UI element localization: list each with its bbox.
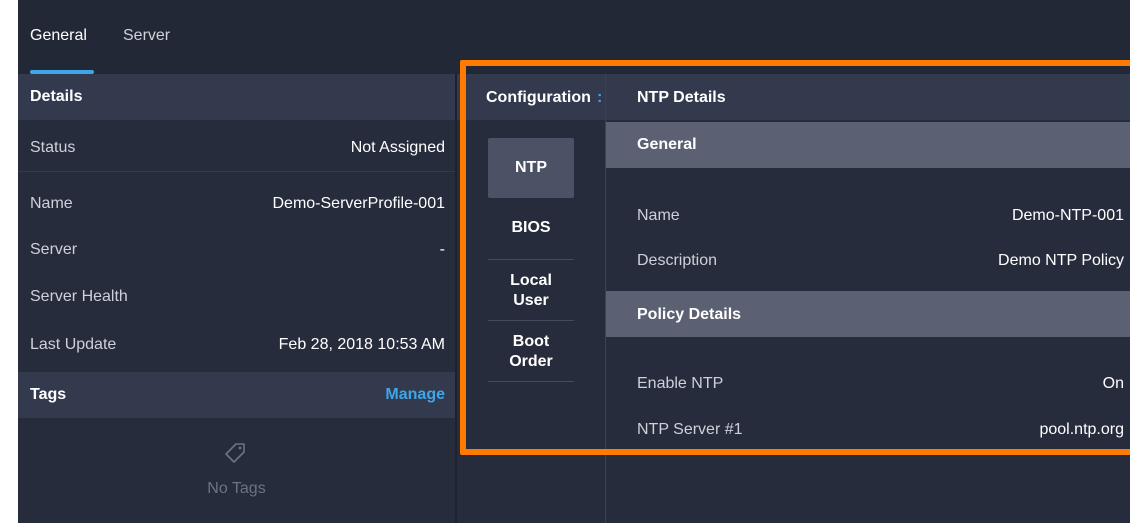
policy-details-title: Policy Details [637,306,742,323]
detail-key: Server Health [30,288,128,305]
details-panel: Details Status Not Assigned Name Demo-Se… [18,74,455,523]
config-item-local-user[interactable]: Local User [501,271,561,311]
general-section-title: General [637,136,697,153]
details-header: Details [18,74,455,120]
configuration-panel: Configuration : NTP Details NTP BIOS Loc… [457,74,1130,523]
ntp-key: NTP Server #1 [637,421,743,438]
detail-key: Server [30,241,78,258]
tags-header: Tags Manage [18,372,455,418]
ntp-details-title: NTP Details [637,89,726,106]
detail-value: Demo-ServerProfile-001 [272,195,445,212]
detail-row-status: Status Not Assigned [18,125,455,172]
config-item-divider [488,381,574,382]
ntp-key: Name [637,207,680,224]
config-item-divider [488,259,574,260]
ntp-value: Demo-NTP-001 [1011,207,1124,224]
tab-general[interactable]: General [30,27,87,45]
detail-value: - [439,241,445,258]
configuration-header: Configuration : NTP Details [457,74,1130,120]
server-profile-app: General Server Details Status Not Assign… [18,0,1130,523]
tags-title: Tags [30,386,67,403]
general-section-header: General [606,122,1130,168]
ntp-value: Demo NTP Policy [998,252,1124,269]
config-item-divider [488,320,574,321]
no-tags-label: No Tags [207,480,266,497]
detail-row-last-update: Last Update Feb 28, 2018 10:53 AM [18,322,455,368]
ntp-row-server: NTP Server #1 pool.ntp.org [606,408,1130,454]
ntp-value: On [1102,375,1124,392]
configuration-title: Configuration [486,89,591,106]
config-item-boot-order[interactable]: Boot Order [501,332,561,372]
detail-value: Not Assigned [350,139,445,156]
policy-details-header: Policy Details [606,291,1130,337]
detail-value: Feb 28, 2018 10:53 AM [278,336,445,353]
detail-row-name: Name Demo-ServerProfile-001 [18,181,455,227]
ntp-row-enable: Enable NTP On [606,362,1130,408]
config-item-bios[interactable]: BIOS [488,218,574,238]
detail-key: Status [30,139,76,156]
ntp-row-name: Name Demo-NTP-001 [606,194,1130,240]
ntp-key: Enable NTP [637,375,724,392]
config-item-ntp[interactable]: NTP [488,138,574,198]
ntp-value: pool.ntp.org [1039,421,1124,438]
configuration-title-overflow: : [597,89,603,106]
detail-key: Name [30,195,73,212]
manage-tags-link[interactable]: Manage [385,386,445,404]
tag-icon [225,443,245,463]
detail-row-server-health: Server Health [18,274,455,320]
detail-row-server: Server - [18,227,455,273]
top-tabs: General Server [18,0,1130,74]
tab-server[interactable]: Server [123,27,170,45]
details-title: Details [30,88,83,105]
ntp-row-description: Description Demo NTP Policy [606,239,1130,285]
ntp-key: Description [637,252,718,269]
detail-key: Last Update [30,336,117,353]
